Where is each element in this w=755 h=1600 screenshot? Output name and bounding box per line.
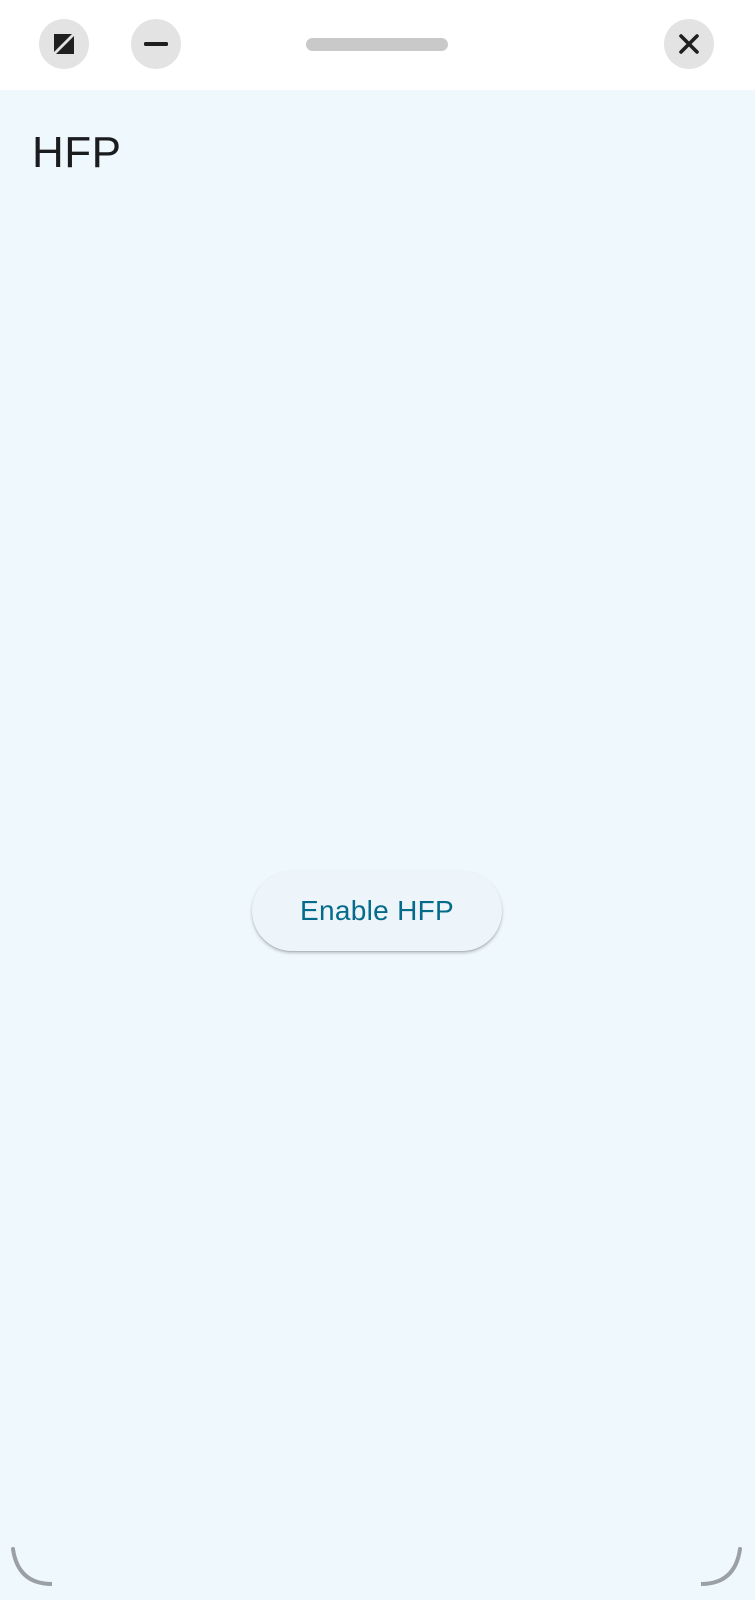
- hfp-content: HFP Enable HFP: [0, 90, 755, 1600]
- resize-corner-left-icon[interactable]: [10, 1546, 52, 1588]
- caption-bar: [0, 0, 755, 90]
- resize-button[interactable]: [39, 19, 89, 69]
- close-icon: [678, 33, 700, 55]
- enable-hfp-button[interactable]: Enable HFP: [252, 871, 502, 951]
- app-window: HFP Enable HFP: [0, 0, 755, 1600]
- resize-icon: [52, 32, 76, 56]
- drag-handle[interactable]: [306, 38, 448, 51]
- minimize-icon: [143, 31, 169, 57]
- minimize-button[interactable]: [131, 19, 181, 69]
- close-button[interactable]: [664, 19, 714, 69]
- resize-corner-right-icon[interactable]: [701, 1546, 743, 1588]
- page-title: HFP: [32, 128, 122, 177]
